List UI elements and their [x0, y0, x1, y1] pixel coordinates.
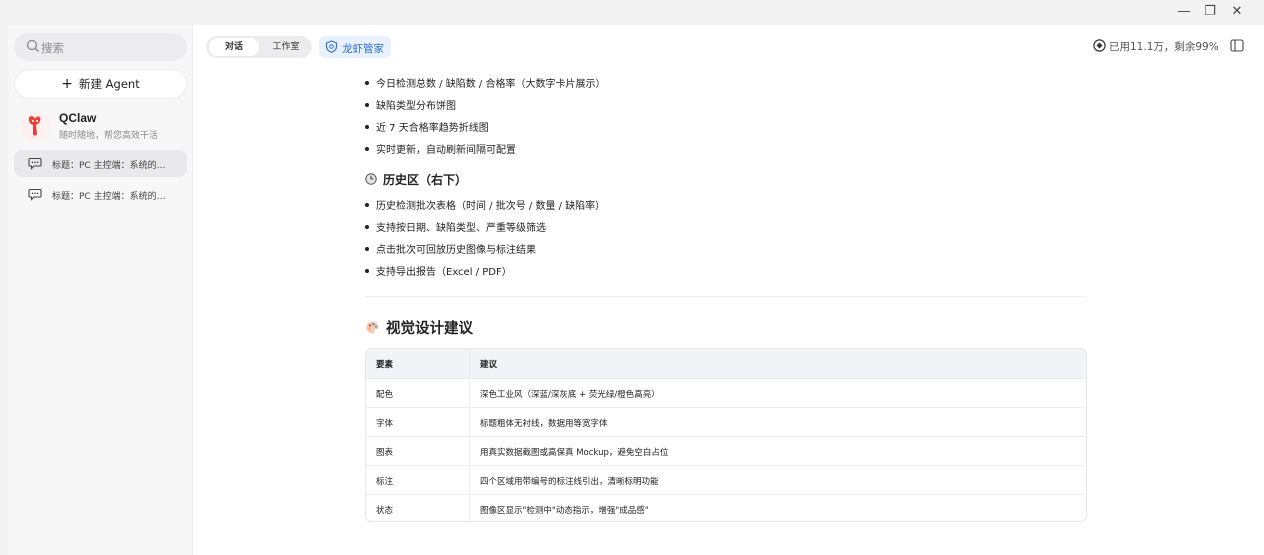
table-row: 标注 四个区域用带编号的标注线引出，清晰标明功能: [366, 465, 1086, 494]
table-row: 状态 图像区显示"检测中"动态指示，增强"成品感": [366, 494, 1086, 521]
search-placeholder: 搜索: [41, 41, 64, 55]
sidebar: 搜索 + 新建 Agent QClaw 随时随地，帮您高效干活 标题：PC 主控端…: [8, 25, 193, 555]
table-cell: 图表: [376, 448, 394, 458]
list-item: 实时更新，自动刷新间隔可配置: [365, 141, 516, 156]
table-row: 配色 深色工业风（深蓝/深灰底 + 荧光绿/橙色高亮）: [366, 378, 1086, 407]
list-item: 今日检测总数 / 缺陷数 / 合格率（大数字卡片展示）: [365, 75, 605, 90]
list-item: 历史检测批次表格（时间 / 批次号 / 数量 / 缺陷率）: [365, 197, 605, 212]
table-cell: 图像区显示"检测中"动态指示，增强"成品感": [480, 506, 649, 516]
agent-item[interactable]: QClaw 随时随地，帮您高效干活: [18, 109, 188, 149]
design-heading-text: 视觉设计建议: [386, 321, 473, 337]
butler-label: 龙虾管家: [342, 43, 384, 55]
table-cell: 配色: [376, 390, 394, 400]
table-cell: 四个区域用带编号的标注线引出，清晰标明功能: [480, 477, 659, 487]
list-item: 近 7 天合格率趋势折线图: [365, 119, 489, 134]
history-heading: 历史区（右下）: [365, 171, 467, 188]
mode-tabs: 对话 工作室: [206, 36, 312, 58]
table-header-cell: 建议: [480, 360, 498, 370]
table-cell: 字体: [376, 419, 394, 429]
search-icon: [26, 39, 39, 52]
tab-studio[interactable]: 工作室: [262, 38, 310, 56]
history-heading-text: 历史区（右下）: [383, 173, 468, 187]
divider: [365, 296, 1087, 297]
column-divider: [469, 349, 470, 521]
new-agent-label: 新建 Agent: [79, 77, 140, 91]
minimize-button[interactable]: —: [1173, 2, 1195, 22]
table-header-cell: 要素: [376, 360, 394, 370]
tab-chat[interactable]: 对话: [209, 38, 259, 56]
table-cell: 标题粗体无衬线，数据用等宽字体: [480, 419, 608, 429]
avatar: [20, 111, 50, 141]
table-cell: 状态: [376, 506, 394, 516]
list-item: 缺陷类型分布饼图: [365, 97, 456, 112]
design-heading: 视觉设计建议: [365, 317, 473, 338]
new-agent-button[interactable]: + 新建 Agent: [14, 69, 187, 99]
table-cell: 深色工业风（深蓝/深灰底 + 荧光绿/橙色高亮）: [480, 390, 660, 400]
design-table: 要素 建议 配色 深色工业风（深蓝/深灰底 + 荧光绿/橙色高亮） 字体 标题粗…: [365, 348, 1087, 522]
table-cell: 用真实数据截图或高保真 Mockup，避免空白占位: [480, 448, 669, 458]
chat-bubble-icon: [28, 157, 42, 170]
diamond-icon: [1093, 39, 1106, 52]
agent-description: 随时随地，帮您高效干活: [59, 131, 159, 141]
plus-icon: +: [61, 76, 74, 92]
list-item: 支持按日期、缺陷类型、严重等级筛选: [365, 219, 546, 234]
session-item[interactable]: 标题：PC 主控端：系统的…: [14, 181, 187, 208]
search-input[interactable]: 搜索: [14, 33, 187, 61]
list-item: 点击批次可回放历史图像与标注结果: [365, 241, 536, 256]
session-title: 标题：PC 主控端：系统的…: [52, 192, 166, 202]
session-title: 标题：PC 主控端：系统的…: [52, 161, 166, 171]
session-item[interactable]: 标题：PC 主控端：系统的…: [14, 150, 187, 177]
list-item: 支持导出报告（Excel / PDF）: [365, 263, 512, 278]
chat-bubble-icon: [28, 188, 42, 201]
palette-icon: [366, 321, 379, 334]
shield-icon: [325, 40, 338, 53]
table-header-row: 要素 建议: [366, 349, 1086, 378]
maximize-button[interactable]: ❐: [1199, 2, 1221, 22]
table-cell: 标注: [376, 477, 394, 487]
close-button[interactable]: ✕: [1226, 2, 1248, 22]
lobster-icon: [28, 116, 41, 136]
usage-status[interactable]: 已用11.1万，剩余99%: [1093, 39, 1219, 54]
panel-toggle-icon[interactable]: [1230, 39, 1244, 52]
butler-button[interactable]: 龙虾管家: [319, 36, 391, 58]
title-bar: — ❐ ✕: [0, 0, 1264, 25]
table-row: 字体 标题粗体无衬线，数据用等宽字体: [366, 407, 1086, 436]
agent-name: QClaw: [59, 111, 97, 125]
main-panel: 对话 工作室 龙虾管家 已用11.1万，剩余99% 今日检测总数 / 缺陷数 /…: [193, 25, 1264, 555]
usage-text: 已用11.1万，剩余99%: [1109, 41, 1219, 53]
clock-icon: [365, 173, 377, 185]
table-row: 图表 用真实数据截图或高保真 Mockup，避免空白占位: [366, 436, 1086, 465]
